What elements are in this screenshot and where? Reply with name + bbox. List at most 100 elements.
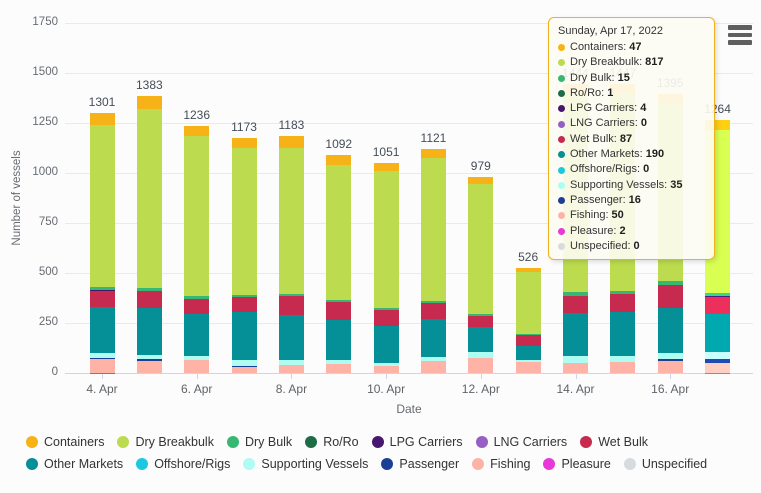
wet-bulk-segment[interactable] (468, 316, 493, 327)
containers-segment[interactable] (374, 163, 399, 171)
x-axis-tick (291, 373, 292, 379)
legend-item-unspecified[interactable]: Unspecified (624, 457, 707, 471)
stacked-bar-4-apr[interactable] (90, 113, 115, 373)
stacked-bar-13-apr[interactable] (516, 268, 541, 373)
wet-bulk-segment[interactable] (563, 296, 588, 313)
dry-breakbulk-segment[interactable] (137, 109, 162, 288)
other-markets-segment[interactable] (232, 312, 257, 360)
other-markets-segment[interactable] (184, 314, 209, 356)
wet-bulk-segment[interactable] (610, 294, 635, 312)
dry-breakbulk-segment[interactable] (374, 171, 399, 308)
tooltip-series-value: 190 (646, 147, 664, 162)
wet-bulk-segment[interactable] (705, 297, 730, 314)
wet-bulk-segment[interactable] (374, 310, 399, 326)
containers-segment[interactable] (184, 126, 209, 136)
legend-label: LNG Carriers (494, 435, 568, 449)
legend-color-dot-icon (472, 458, 484, 470)
fishing-segment[interactable] (516, 362, 541, 373)
series-color-dot-icon (558, 243, 565, 250)
other-markets-segment[interactable] (279, 315, 304, 360)
legend-color-dot-icon (305, 436, 317, 448)
legend-item-wet-bulk[interactable]: Wet Bulk (580, 435, 648, 449)
fishing-segment[interactable] (468, 358, 493, 373)
fishing-segment[interactable] (137, 361, 162, 373)
dry-breakbulk-segment[interactable] (516, 272, 541, 334)
other-markets-segment[interactable] (563, 313, 588, 356)
fishing-segment[interactable] (374, 366, 399, 373)
other-markets-segment[interactable] (468, 327, 493, 352)
wet-bulk-segment[interactable] (184, 299, 209, 314)
legend-item-passenger[interactable]: Passenger (381, 457, 459, 471)
wet-bulk-segment[interactable] (516, 335, 541, 346)
dry-breakbulk-segment[interactable] (279, 148, 304, 294)
fishing-segment[interactable] (421, 361, 446, 373)
fishing-segment[interactable] (658, 361, 683, 373)
dry-breakbulk-segment[interactable] (326, 165, 351, 300)
containers-segment[interactable] (326, 155, 351, 165)
legend-item-dry-bulk[interactable]: Dry Bulk (227, 435, 292, 449)
legend-item-supporting-vessels[interactable]: Supporting Vessels (243, 457, 368, 471)
other-markets-segment[interactable] (658, 308, 683, 353)
dry-breakbulk-segment[interactable] (184, 136, 209, 296)
tooltip-series-label: Unspecified: (570, 239, 631, 254)
containers-segment[interactable] (232, 138, 257, 148)
fishing-segment[interactable] (232, 367, 257, 373)
supporting-vessels-segment[interactable] (563, 356, 588, 363)
stacked-bar-10-apr[interactable] (374, 163, 399, 373)
wet-bulk-segment[interactable] (137, 291, 162, 308)
stacked-bar-6-apr[interactable] (184, 126, 209, 373)
tooltip-series-value: 4 (640, 101, 646, 116)
fishing-segment[interactable] (563, 363, 588, 373)
legend-item-dry-breakbulk[interactable]: Dry Breakbulk (117, 435, 214, 449)
stacked-bar-7-apr[interactable] (232, 138, 257, 373)
wet-bulk-segment[interactable] (326, 302, 351, 320)
other-markets-segment[interactable] (610, 312, 635, 356)
other-markets-segment[interactable] (90, 307, 115, 353)
legend-item-offshore-rigs[interactable]: Offshore/Rigs (136, 457, 230, 471)
legend-item-fishing[interactable]: Fishing (472, 457, 530, 471)
dry-breakbulk-segment[interactable] (468, 184, 493, 313)
legend-item-lpg-carriers[interactable]: LPG Carriers (372, 435, 463, 449)
other-markets-segment[interactable] (137, 308, 162, 355)
supporting-vessels-segment[interactable] (705, 352, 730, 359)
containers-segment[interactable] (90, 113, 115, 125)
stacked-bar-12-apr[interactable] (468, 177, 493, 373)
fishing-segment[interactable] (279, 365, 304, 373)
other-markets-segment[interactable] (374, 326, 399, 363)
legend-item-lng-carriers[interactable]: LNG Carriers (476, 435, 568, 449)
tooltip-row: Pleasure:2 (558, 224, 705, 239)
fishing-segment[interactable] (705, 363, 730, 373)
hamburger-menu-icon[interactable] (728, 25, 752, 48)
dry-breakbulk-segment[interactable] (421, 158, 446, 301)
stacked-bar-8-apr[interactable] (279, 136, 304, 373)
dry-breakbulk-segment[interactable] (232, 148, 257, 295)
fishing-segment[interactable] (90, 359, 115, 373)
legend-item-ro-ro[interactable]: Ro/Ro (305, 435, 358, 449)
fishing-segment[interactable] (610, 362, 635, 373)
containers-segment[interactable] (468, 177, 493, 184)
wet-bulk-segment[interactable] (421, 303, 446, 319)
wet-bulk-segment[interactable] (658, 285, 683, 308)
wet-bulk-segment[interactable] (279, 296, 304, 315)
wet-bulk-segment[interactable] (232, 297, 257, 312)
legend-item-other-markets[interactable]: Other Markets (26, 457, 123, 471)
legend-item-containers[interactable]: Containers (26, 435, 104, 449)
containers-segment[interactable] (279, 136, 304, 148)
dry-breakbulk-segment[interactable] (90, 125, 115, 287)
containers-segment[interactable] (137, 96, 162, 109)
other-markets-segment[interactable] (705, 314, 730, 352)
bar-total-label: 979 (457, 159, 505, 173)
stacked-bar-11-apr[interactable] (421, 149, 446, 373)
containers-segment[interactable] (421, 149, 446, 158)
stacked-bar-9-apr[interactable] (326, 155, 351, 373)
stacked-bar-5-apr[interactable] (137, 96, 162, 373)
series-color-dot-icon (558, 105, 565, 112)
other-markets-segment[interactable] (516, 346, 541, 360)
wet-bulk-segment[interactable] (90, 291, 115, 307)
series-color-dot-icon (558, 75, 565, 82)
legend-item-pleasure[interactable]: Pleasure (543, 457, 610, 471)
other-markets-segment[interactable] (326, 320, 351, 360)
fishing-segment[interactable] (326, 364, 351, 373)
other-markets-segment[interactable] (421, 319, 446, 357)
fishing-segment[interactable] (184, 360, 209, 373)
